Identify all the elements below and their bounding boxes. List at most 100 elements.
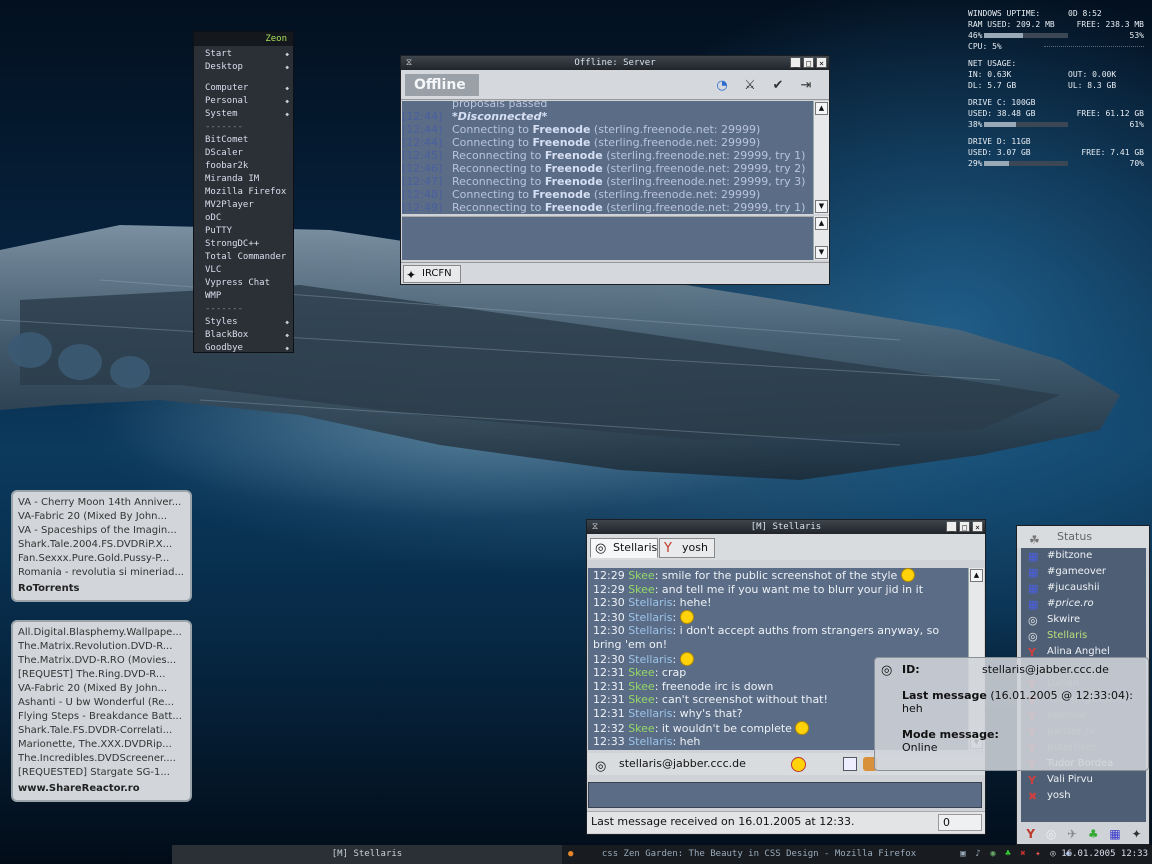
menu-item[interactable]: Vypress Chat: [194, 277, 293, 290]
menu-item[interactable]: Desktop: [194, 61, 293, 74]
irc-status-icon[interactable]: ▦: [1109, 827, 1120, 841]
main-status-icon[interactable]: ✦: [1131, 827, 1141, 841]
rotorrents-footer[interactable]: RoTorrents: [18, 582, 185, 596]
menu-item[interactable]: oDC: [194, 212, 293, 225]
icq-tray-icon[interactable]: ♣: [1002, 848, 1014, 860]
sharereactor-item[interactable]: [REQUESTED] Stargate SG-1...: [18, 766, 185, 780]
menu-item[interactable]: MV2Player: [194, 199, 293, 212]
user-info-icon[interactable]: [843, 757, 857, 771]
rotorrents-item[interactable]: Romania - revolutia si mineriad...: [18, 566, 185, 580]
sharereactor-item[interactable]: VA-Fabric 20 (Mixed By John...: [18, 682, 185, 696]
sharereactor-item[interactable]: Ashanti - U bw Wonderful (Re...: [18, 696, 185, 710]
minimize-button[interactable]: _: [946, 521, 957, 532]
sharereactor-item[interactable]: The.Matrix.Revolution.DVD-R...: [18, 640, 185, 654]
maximize-button[interactable]: □: [959, 521, 970, 532]
chat-titlebar[interactable]: ⧖ [M] Stellaris _ □ ×: [587, 520, 985, 534]
menu-item[interactable]: Personal: [194, 95, 293, 108]
window-menu-icon[interactable]: ⧖: [590, 522, 600, 532]
contact-item[interactable]: ◎ Stellaris: [1021, 628, 1146, 644]
tab-stellaris[interactable]: ◎ Stellaris: [590, 538, 658, 558]
sharereactor-item[interactable]: The.Matrix.DVD-R.RO (Movies...: [18, 654, 185, 668]
chat-status-bar: Last message received on 16.01.2005 at 1…: [587, 811, 985, 833]
taskbar-item-firefox[interactable]: ● css Zen Garden: The Beauty in CSS Desi…: [564, 845, 954, 864]
drive-c-free: FREE: 61.12 GB: [1076, 109, 1144, 118]
scroll-down-arrow[interactable]: ▼: [815, 246, 828, 259]
tab-ircfn[interactable]: ✦ IRCFN: [403, 265, 461, 283]
sharereactor-item[interactable]: The.Incredibles.DVDScreener....: [18, 752, 185, 766]
menu-item[interactable]: PuTTY: [194, 225, 293, 238]
message-input[interactable]: [588, 782, 982, 808]
smiley-button[interactable]: [791, 757, 806, 772]
scroll-up-arrow[interactable]: ▲: [815, 102, 828, 115]
tab-yosh[interactable]: Yyosh: [659, 538, 715, 558]
rotorrents-item[interactable]: VA - Spaceships of the Imagin...: [18, 524, 185, 538]
minimize-button[interactable]: _: [790, 57, 801, 68]
menu-item[interactable]: BlackBox: [194, 329, 293, 342]
message-sender: Skee: [628, 582, 655, 596]
menu-item[interactable]: Total Commander: [194, 251, 293, 264]
network-tray-icon[interactable]: ▣: [957, 848, 969, 860]
exit-icon[interactable]: ⇥: [797, 77, 815, 95]
icq-status-icon[interactable]: ♣: [1088, 827, 1099, 841]
connect-icon[interactable]: ⚔: [741, 77, 759, 95]
sharereactor-item[interactable]: Marionette, The.XXX.DVDRip...: [18, 738, 185, 752]
contact-item[interactable]: ▦ #jucaushii: [1021, 580, 1146, 596]
scroll-down-arrow[interactable]: ▼: [815, 200, 828, 213]
close-button[interactable]: ×: [816, 57, 827, 68]
rotorrents-item[interactable]: VA-Fabric 20 (Mixed By John...: [18, 510, 185, 524]
menu-item[interactable]: WMP: [194, 290, 293, 303]
jabber-tray-icon[interactable]: ◎: [1047, 848, 1059, 860]
sharereactor-item[interactable]: All.Digital.Blasphemy.Wallpape...: [18, 626, 185, 640]
jabber-status-icon[interactable]: ◎: [1046, 827, 1056, 841]
contact-item[interactable]: ✖ yosh: [1021, 788, 1146, 804]
irc-titlebar[interactable]: ⧖ Offline: Server _ □ ×: [401, 56, 829, 70]
contact-list-header[interactable]: ☘ Status: [1017, 526, 1149, 548]
scroll-up-arrow[interactable]: ▲: [970, 569, 983, 582]
sharereactor-footer[interactable]: www.ShareReactor.ro: [18, 782, 185, 796]
msn-status-icon[interactable]: ✈: [1067, 827, 1077, 841]
log-network-name: Freenode: [544, 201, 603, 214]
menu-item[interactable]: DScaler: [194, 147, 293, 160]
system-stats-panel: WINDOWS UPTIME: 0D 8:52 RAM USED: 209.2 M…: [968, 8, 1144, 169]
menu-item[interactable]: Computer: [194, 82, 293, 95]
close-button[interactable]: ×: [972, 521, 983, 532]
maximize-button[interactable]: □: [803, 57, 814, 68]
strongdc-tray-icon[interactable]: ✖: [1017, 848, 1029, 860]
menu-item[interactable]: Start: [194, 48, 293, 61]
sharereactor-item[interactable]: Shark.Tale.FS.DVDR-Correlati...: [18, 724, 185, 738]
miranda-tray-icon[interactable]: ✦: [1032, 848, 1044, 860]
menu-item[interactable]: Goodbye: [194, 342, 293, 355]
irc-input-field[interactable]: [402, 216, 813, 260]
sharereactor-item[interactable]: [REQUEST] The.Ring.DVD-R...: [18, 668, 185, 682]
irc-input-scrollbar[interactable]: ▲ ▼: [813, 216, 829, 260]
rotorrents-item[interactable]: Shark.Tale.2004.FS.DVDRiP.X...: [18, 538, 185, 552]
contact-item[interactable]: ▦ #price.ro: [1021, 596, 1146, 612]
contact-item[interactable]: ▦ #gameover: [1021, 564, 1146, 580]
menu-item[interactable]: System: [194, 108, 293, 121]
sharereactor-item[interactable]: Flying Steps - Breakdance Batt...: [18, 710, 185, 724]
menu-item[interactable]: StrongDC++: [194, 238, 293, 251]
taskbar: ◎ [M] Stellaris ● css Zen Garden: The Be…: [172, 845, 1152, 864]
menu-item[interactable]: VLC: [194, 264, 293, 277]
volume-tray-icon[interactable]: ♪: [972, 848, 984, 860]
irc-log-scrollbar[interactable]: ▲ ▼: [813, 101, 829, 214]
window-menu-icon[interactable]: ⧖: [404, 58, 414, 68]
menu-item[interactable]: Miranda IM: [194, 173, 293, 186]
menu-item[interactable]: BitComet: [194, 134, 293, 147]
scroll-up-arrow[interactable]: ▲: [815, 217, 828, 230]
taskbar-item-chat[interactable]: [M] Stellaris: [172, 845, 562, 864]
contact-item[interactable]: ◎ Skwire: [1021, 612, 1146, 628]
contact-item[interactable]: ▦ #bitzone: [1021, 548, 1146, 564]
contact-name: #price.ro: [1047, 598, 1094, 609]
bitcomet-tray-icon[interactable]: ◉: [987, 848, 999, 860]
options-icon[interactable]: ✔: [769, 77, 787, 95]
menu-item[interactable]: Styles: [194, 316, 293, 329]
contact-item[interactable]: Y Vali Pirvu: [1021, 772, 1146, 788]
rotorrents-item[interactable]: Fan.Sexxx.Pure.Gold.Pussy-P...: [18, 552, 185, 566]
log-text: (sterling.freenode.net: 29999, try 1): [602, 149, 806, 162]
rotorrents-item[interactable]: VA - Cherry Moon 14th Anniver...: [18, 496, 185, 510]
menu-item[interactable]: foobar2k: [194, 160, 293, 173]
yahoo-status-icon[interactable]: Y: [1026, 827, 1035, 841]
clock-icon[interactable]: ◔: [713, 77, 731, 95]
menu-item[interactable]: Mozilla Firefox: [194, 186, 293, 199]
